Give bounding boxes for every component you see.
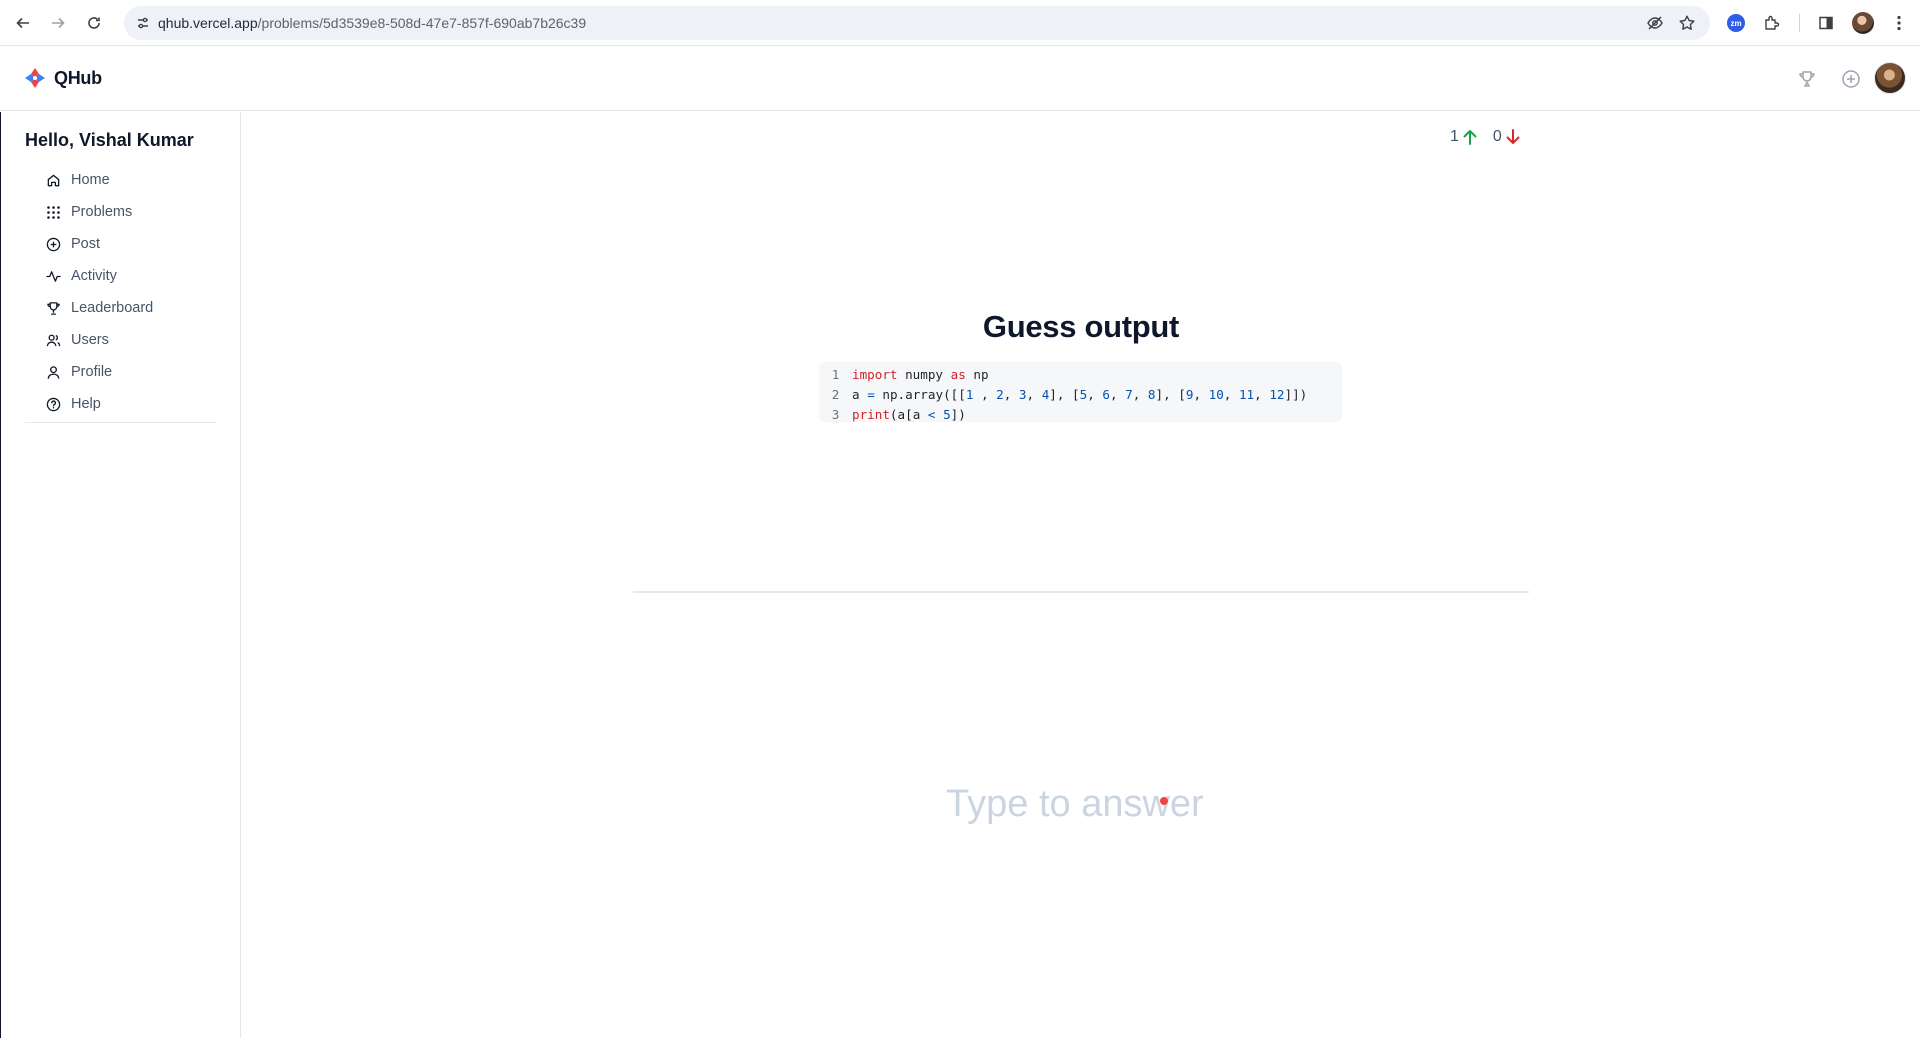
url-path: /problems/5d3539e8-508d-47e7-857f-690ab7… <box>257 15 587 31</box>
vote-controls: 1 0 <box>1450 128 1522 146</box>
grid-icon <box>45 204 61 220</box>
sidebar-item-label: Home <box>71 172 110 188</box>
arrow-down-icon <box>1506 129 1520 144</box>
sidebar-item-label: Users <box>71 332 109 348</box>
sidebar-item-label: Leaderboard <box>71 300 154 316</box>
section-divider <box>633 591 1529 593</box>
problem-title: Guess output <box>982 309 1180 344</box>
code-snippet: 1 import numpy as np 2 a = np.array([[1 … <box>819 362 1342 422</box>
greeting: Hello, Vishal Kumar <box>25 130 194 150</box>
plus-circle-icon <box>45 236 61 252</box>
reload-button[interactable] <box>82 11 106 35</box>
forward-button[interactable] <box>46 11 70 35</box>
home-icon <box>45 172 61 188</box>
upvote-button[interactable]: 1 <box>1450 128 1479 146</box>
toolbar-separator <box>1799 14 1800 32</box>
line-number: 3 <box>831 407 840 422</box>
line-number: 2 <box>831 387 840 402</box>
answer-input[interactable] <box>946 783 1216 826</box>
required-indicator <box>1160 797 1168 805</box>
zoom-extension-label: zm <box>1727 14 1745 32</box>
post-plus-circle-icon[interactable] <box>1839 67 1863 91</box>
sidebar-item-users[interactable]: Users <box>45 324 153 356</box>
sidebar-item-label: Activity <box>71 268 117 284</box>
code-line: 2 a = np.array([[1 , 2, 3, 4], [5, 6, 7,… <box>819 385 1342 405</box>
code-line-text: print(a[a < 5]) <box>852 407 966 422</box>
code-line-text: a = np.array([[1 , 2, 3, 4], [5, 6, 7, 8… <box>852 387 1308 402</box>
leaderboard-trophy-icon[interactable] <box>1795 67 1819 91</box>
url-host: qhub.vercel.app <box>158 15 258 31</box>
sidebar-divider <box>25 422 216 423</box>
sidebar-item-label: Profile <box>71 364 113 380</box>
help-circle-icon <box>45 396 61 412</box>
user-icon <box>45 364 61 380</box>
brand-name: QHub <box>54 67 102 88</box>
bookmark-star-icon[interactable] <box>1678 14 1696 32</box>
sidebar-item-post[interactable]: Post <box>45 228 153 260</box>
qhub-logo-icon <box>25 68 45 88</box>
user-avatar[interactable] <box>1874 62 1906 94</box>
sidebar-item-label: Help <box>71 396 101 412</box>
arrow-up-icon <box>1463 130 1477 145</box>
app-header: QHub <box>0 47 1921 111</box>
code-line: 3 print(a[a < 5]) <box>819 405 1342 425</box>
reload-icon <box>88 17 100 29</box>
downvote-button[interactable]: 0 <box>1493 128 1522 146</box>
trophy-icon <box>45 300 61 316</box>
sidebar-item-home[interactable]: Home <box>45 164 153 196</box>
code-line-text: import numpy as np <box>852 367 989 382</box>
site-info-icon[interactable] <box>134 14 152 32</box>
sidebar-item-problems[interactable]: Problems <box>45 196 153 228</box>
sidebar: Hello, Vishal Kumar Home Problems Post A… <box>0 112 241 1038</box>
upvote-count: 1 <box>1450 128 1459 145</box>
sidebar-item-label: Problems <box>71 204 133 220</box>
sidebar-item-help[interactable]: Help <box>45 388 153 420</box>
brand-link[interactable]: QHub <box>24 67 102 89</box>
sidebar-item-label: Post <box>71 236 101 252</box>
forward-arrow-icon <box>52 17 65 29</box>
back-arrow-icon <box>16 17 29 29</box>
chrome-profile-avatar[interactable] <box>1851 11 1875 35</box>
downvote-count: 0 <box>1492 128 1502 145</box>
sidebar-nav: Home Problems Post Activity Leaderboard … <box>45 164 153 420</box>
sidebar-item-profile[interactable]: Profile <box>45 356 153 388</box>
back-button[interactable] <box>11 11 35 35</box>
sidebar-item-activity[interactable]: Activity <box>45 260 153 292</box>
avatar <box>1852 12 1874 34</box>
address-bar[interactable]: qhub.vercel.app/problems/5d3539e8-508d-4… <box>124 6 1710 40</box>
answer-area <box>946 783 1216 826</box>
code-line: 1 import numpy as np <box>819 365 1342 385</box>
sidebar-item-leaderboard[interactable]: Leaderboard <box>45 292 153 324</box>
url-text: qhub.vercel.app/problems/5d3539e8-508d-4… <box>158 15 586 31</box>
chrome-menu-icon[interactable] <box>1887 11 1911 35</box>
browser-toolbar: qhub.vercel.app/problems/5d3539e8-508d-4… <box>0 0 1921 46</box>
extensions-puzzle-icon[interactable] <box>1760 11 1784 35</box>
users-icon <box>45 332 61 348</box>
zoom-extension-icon[interactable]: zm <box>1724 11 1748 35</box>
side-panel-icon[interactable] <box>1814 11 1838 35</box>
line-number: 1 <box>831 367 840 382</box>
activity-icon <box>45 268 61 284</box>
eye-off-icon[interactable] <box>1646 14 1664 32</box>
